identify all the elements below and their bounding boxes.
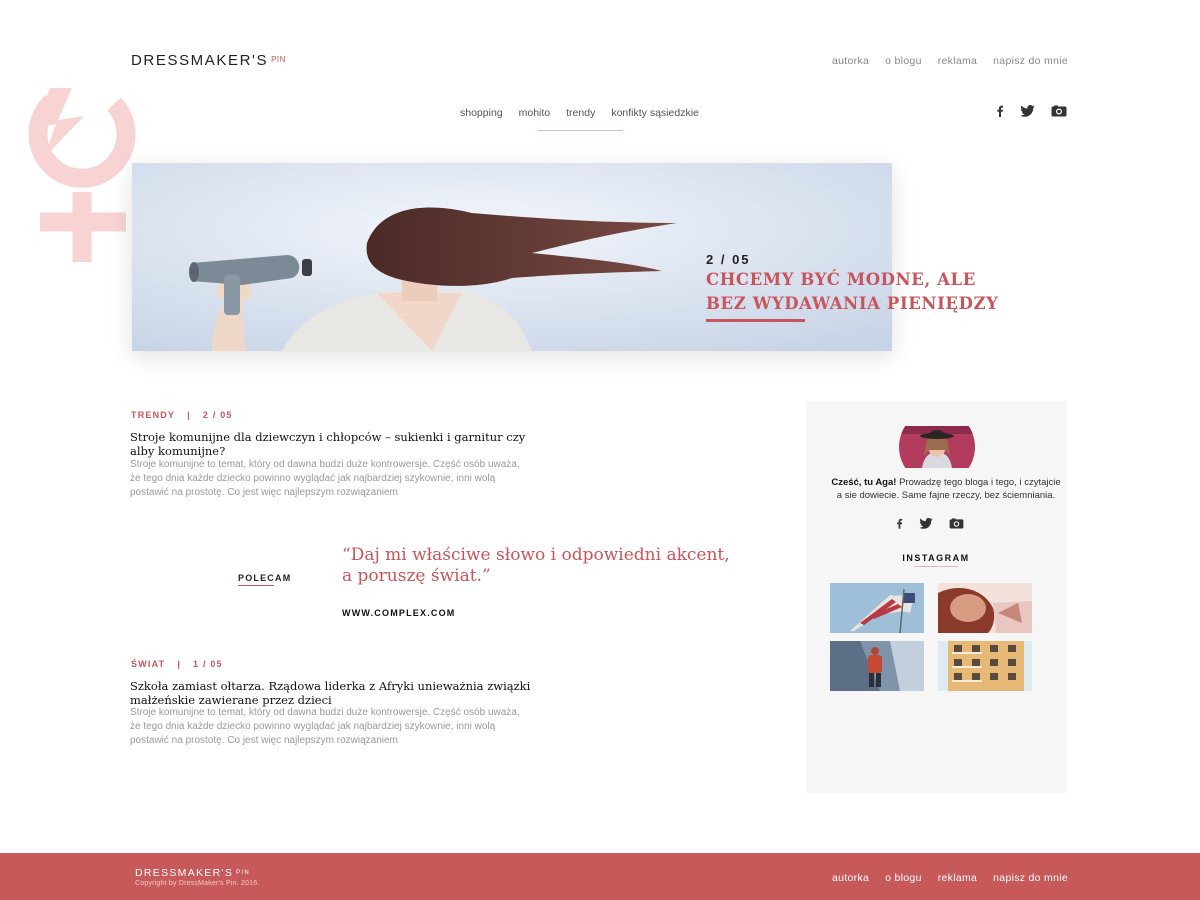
author-avatar: [899, 426, 975, 468]
twitter-icon[interactable]: [1020, 105, 1035, 117]
post-category[interactable]: ŚWIAT: [131, 659, 165, 669]
post-category[interactable]: TRENDY: [131, 410, 175, 420]
post-title[interactable]: Szkoła zamiast ołtarza. Rządowa liderka …: [130, 679, 550, 707]
instagram-thumb-flag[interactable]: [830, 583, 924, 633]
footer-navigation: autorka o blogu reklama napisz do mnie: [832, 872, 1068, 884]
footer-nav-reklama[interactable]: reklama: [938, 872, 977, 884]
top-nav-autorka[interactable]: autorka: [832, 55, 869, 67]
author-greeting: Cześć, tu Aga!: [831, 477, 897, 488]
logo-pin-suffix: PIN: [271, 55, 286, 64]
sidebar-social-links: [896, 518, 964, 529]
instagram-thumb-building[interactable]: [938, 641, 1032, 691]
footer-copyright: Copyright by DressMaker's Pin. 2016.: [135, 880, 260, 887]
author-bio: Cześć, tu Aga! Prowadzę tego bloga i teg…: [830, 476, 1062, 502]
footer-nav-napisz-do-mnie[interactable]: napisz do mnie: [993, 872, 1068, 884]
top-nav-napisz-do-mnie[interactable]: napisz do mnie: [993, 55, 1068, 67]
top-navigation: autorka o blogu reklama napisz do mnie: [832, 55, 1068, 67]
footer-nav-o-blogu[interactable]: o blogu: [885, 872, 922, 884]
hero-counter: 2 / 05: [706, 252, 751, 267]
post-excerpt: Stroje komunijne to temat, który od dawn…: [130, 707, 520, 746]
instagram-heading: INSTAGRAM: [902, 553, 970, 563]
category-mohito[interactable]: mohito: [519, 107, 551, 119]
post-title[interactable]: Stroje komunijne dla dziewczyn i chłopcó…: [130, 430, 550, 458]
footer-logo-text: DRESSMAKER'S: [135, 867, 234, 879]
recommend-source-link[interactable]: WWW.COMPLEX.COM: [342, 608, 456, 618]
category-navigation: shopping mohito trendy konfikty sąsiedzk…: [460, 107, 699, 131]
recommend-quote: “Daj mi właściwe słowo i odpowiedni akce…: [342, 545, 730, 586]
hero-image: [132, 163, 892, 351]
female-symbol-decoration-icon: [28, 88, 136, 262]
instagram-thumb-hiker[interactable]: [830, 641, 924, 691]
category-shopping[interactable]: shopping: [460, 107, 503, 119]
footer-nav-autorka[interactable]: autorka: [832, 872, 869, 884]
category-konflikty-sasiedzkie[interactable]: konfikty sąsiedzkie: [611, 107, 699, 119]
footer-logo[interactable]: DRESSMAKER'S PIN: [135, 867, 250, 879]
hero-title[interactable]: CHCEMY BYĆ MODNE, ALE BEZ WYDAWANIA PIEN…: [706, 268, 1086, 316]
facebook-icon[interactable]: [896, 518, 903, 529]
facebook-icon[interactable]: [996, 105, 1004, 117]
post-counter: 2 / 05: [202, 410, 233, 420]
meta-separator: |: [187, 410, 191, 420]
logo-text: DRESSMAKER'S: [131, 52, 269, 69]
instagram-icon[interactable]: [1051, 105, 1067, 117]
header-social-links: [996, 105, 1067, 117]
meta-separator: |: [177, 659, 182, 669]
top-nav-reklama[interactable]: reklama: [938, 55, 977, 67]
instagram-thumb-portrait[interactable]: [938, 583, 1032, 633]
post-meta: TRENDY | 2 / 05: [131, 410, 233, 420]
hero-title-line-2: BEZ WYDAWANIA PIENIĘDZY: [706, 294, 999, 313]
instagram-icon[interactable]: [949, 518, 964, 529]
recommend-underline: [238, 585, 274, 586]
twitter-icon[interactable]: [919, 518, 933, 529]
post-excerpt: Stroje komunijne to temat, który od dawn…: [130, 459, 520, 498]
top-nav-o-blogu[interactable]: o blogu: [885, 55, 922, 67]
post-meta: ŚWIAT | 1 / 05: [131, 659, 223, 669]
instagram-heading-underline: [914, 566, 958, 567]
post-counter: 1 / 05: [193, 659, 223, 669]
hero-title-line-1: CHCEMY BYĆ MODNE, ALE: [706, 270, 976, 289]
hero-accent-bar: [706, 319, 805, 322]
hero-featured-post[interactable]: [132, 163, 892, 351]
recommend-label: POLECAM: [238, 573, 292, 583]
site-logo[interactable]: DRESSMAKER'S PIN: [131, 52, 286, 69]
footer-logo-pin-suffix: PIN: [236, 870, 251, 876]
category-trendy[interactable]: trendy: [537, 107, 624, 131]
